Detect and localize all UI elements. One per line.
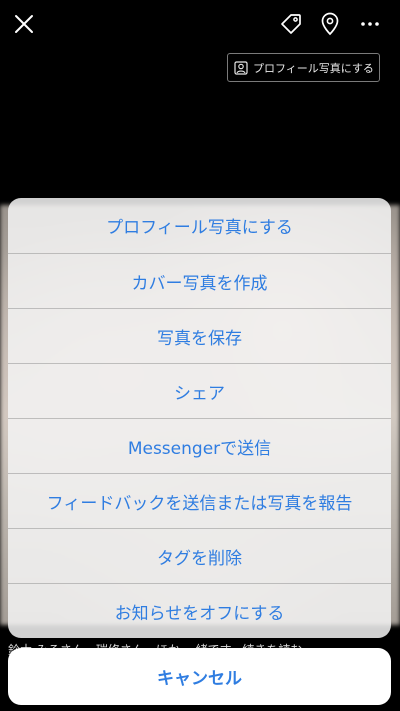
location-button[interactable] (314, 8, 346, 40)
action-remove-tag[interactable]: タグを削除 (8, 528, 391, 583)
action-create-cover-photo[interactable]: カバー写真を作成 (8, 253, 391, 308)
make-profile-photo-button[interactable]: プロフィール写真にする (227, 53, 380, 82)
action-feedback-report[interactable]: フィードバックを送信または写真を報告 (8, 473, 391, 528)
tag-icon (281, 14, 301, 34)
make-profile-photo-label: プロフィール写真にする (253, 61, 374, 75)
action-save-photo[interactable]: 写真を保存 (8, 308, 391, 363)
photo-viewer-screen: 鈴木 みるさん、瑞修さん、ほか 一緒です。続きを読む (0, 0, 400, 711)
more-icon (361, 22, 379, 26)
profile-icon (234, 60, 248, 75)
more-button[interactable] (354, 8, 386, 40)
location-pin-icon (321, 12, 339, 36)
close-button[interactable] (8, 8, 40, 40)
top-bar: プロフィール写真にする (0, 0, 400, 82)
action-share[interactable]: シェア (8, 363, 391, 418)
tag-button[interactable] (275, 8, 307, 40)
cancel-button[interactable]: キャンセル (8, 648, 391, 705)
action-sheet: プロフィール写真にする カバー写真を作成 写真を保存 シェア Messenger… (8, 198, 391, 638)
action-turn-off-notifications[interactable]: お知らせをオフにする (8, 583, 391, 638)
action-make-profile-photo[interactable]: プロフィール写真にする (8, 198, 391, 253)
action-send-messenger[interactable]: Messengerで送信 (8, 418, 391, 473)
close-icon (15, 15, 33, 33)
